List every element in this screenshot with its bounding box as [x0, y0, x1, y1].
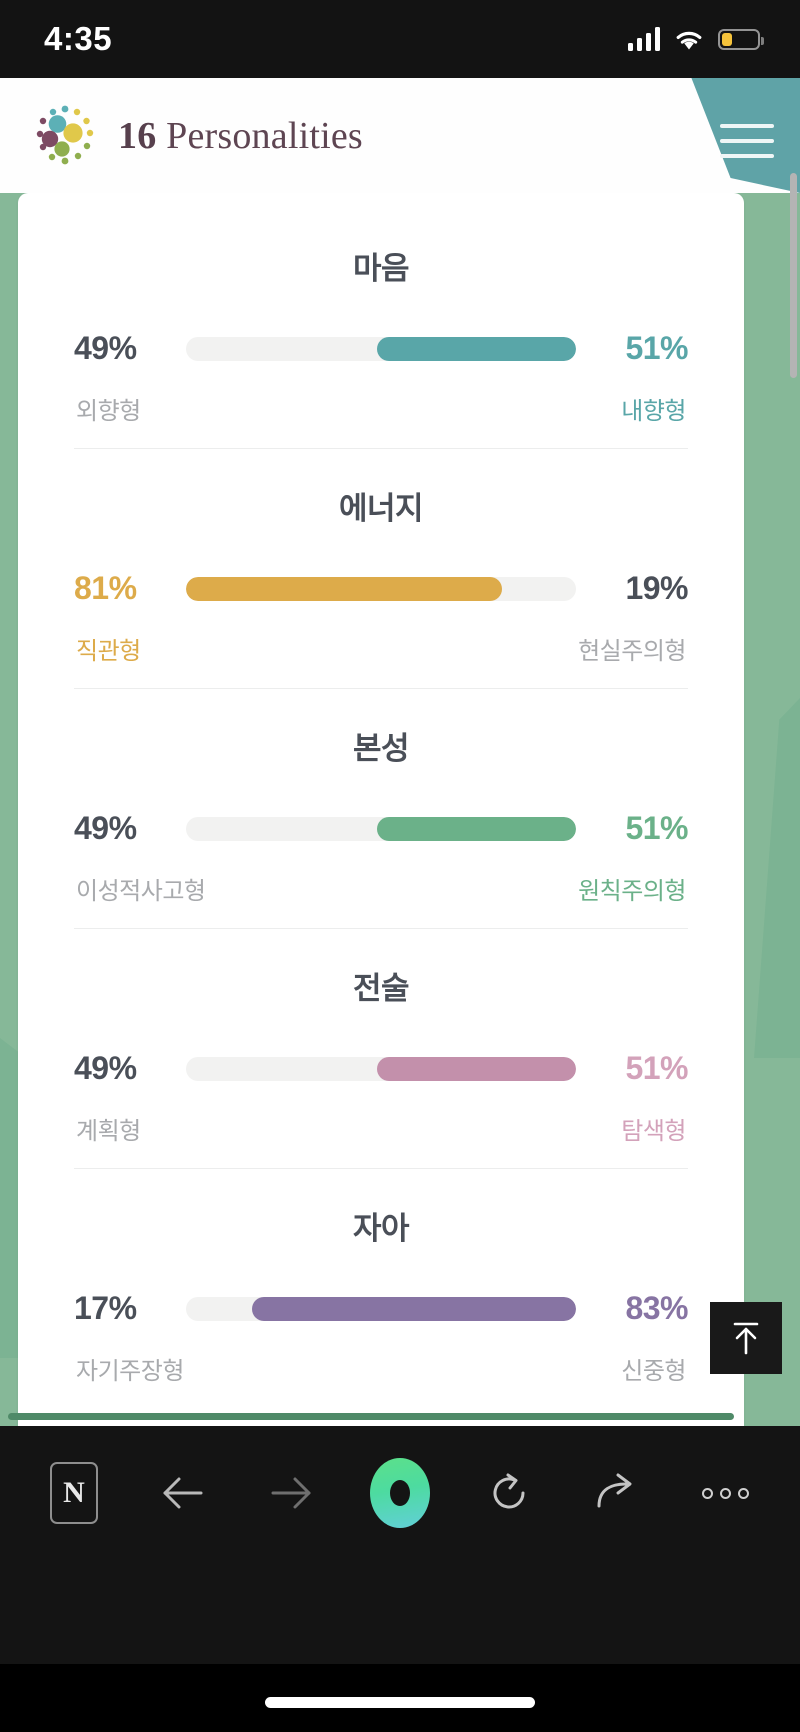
trait-bar-row: 17% 83%: [74, 1290, 689, 1327]
trait-title: 마음: [352, 251, 410, 286]
trait-progress-bar: [186, 1296, 576, 1321]
trait-label-row: 자기주장형 신중형: [74, 1351, 688, 1386]
trait-section-mind: 마음 49% 51% 외향형 내향형: [74, 221, 689, 448]
trait-left-label: 외향형: [76, 398, 141, 425]
trait-bar-row: 49% 51%: [74, 330, 689, 367]
decorative-leaf-right: [754, 698, 800, 1058]
trait-section-energy: 에너지 81% 19% 직관형 현실주의형: [74, 448, 689, 688]
trait-progress-bar: [186, 576, 576, 601]
trait-left-label: 직관형: [76, 638, 141, 665]
trait-left-percent: 17%: [74, 1290, 137, 1326]
trait-right-label: 원칙주의형: [578, 878, 686, 905]
arrow-left-icon: [163, 1477, 203, 1509]
trait-right-label: 신중형: [621, 1358, 686, 1385]
trait-label-row: 외향형 내향형: [74, 391, 688, 426]
trait-bar-row: 49% 51%: [74, 810, 689, 847]
hamburger-menu-icon[interactable]: [720, 124, 774, 158]
scroll-to-top-arrow-icon: [733, 1322, 759, 1355]
refresh-icon: [493, 1473, 525, 1509]
menu-button[interactable]: [622, 78, 800, 193]
trait-bar-fill: [377, 816, 576, 841]
web-content-viewport[interactable]: 16 Personalities 마음 49% 51% 외향형 내향형 에너지 …: [0, 78, 800, 1426]
brand-logo-link[interactable]: 16 Personalities: [0, 99, 363, 173]
naver-home-icon: [369, 1458, 430, 1528]
cellular-signal-icon: [627, 27, 660, 51]
forward-button[interactable]: [255, 1457, 327, 1529]
more-horizontal-icon: [702, 1487, 750, 1499]
trait-title: 본성: [352, 731, 410, 766]
share-arrow-icon: [597, 1473, 632, 1508]
trait-title: 자아: [352, 1211, 410, 1246]
status-bar-indicators: [627, 27, 764, 51]
scroll-to-top-button[interactable]: [710, 1302, 782, 1374]
arrow-right-icon: [271, 1477, 311, 1509]
browser-bottom-toolbar: N: [0, 1426, 800, 1664]
trait-title: 에너지: [338, 491, 424, 526]
trait-section-tactics: 전술 49% 51% 계획형 탐색형: [74, 928, 689, 1168]
trait-right-percent: 51%: [625, 1050, 688, 1086]
trait-section-identity: 자아 17% 83% 자기주장형 신중형: [74, 1168, 689, 1408]
trait-bar-fill: [377, 336, 576, 361]
trait-right-percent: 83%: [625, 1290, 688, 1326]
trait-right-percent: 51%: [625, 810, 688, 846]
reload-button[interactable]: [473, 1457, 545, 1529]
trait-title: 전술: [352, 971, 410, 1006]
wifi-icon: [674, 28, 704, 51]
trait-bar-fill: [377, 1056, 576, 1081]
trait-right-percent: 51%: [625, 330, 688, 366]
site-header: 16 Personalities: [0, 78, 800, 193]
trait-bar-row: 49% 51%: [74, 1050, 689, 1087]
battery-low-icon: [718, 28, 764, 50]
trait-left-percent: 49%: [74, 810, 137, 846]
trait-left-percent: 81%: [74, 570, 137, 606]
trait-right-percent: 19%: [625, 570, 688, 606]
trait-left-percent: 49%: [74, 1050, 137, 1086]
ios-status-bar: 4:35: [0, 0, 800, 78]
trait-label-row: 직관형 현실주의형: [74, 631, 688, 666]
naver-home-button[interactable]: [364, 1457, 436, 1529]
trait-left-label: 계획형: [76, 1118, 141, 1145]
trait-left-label: 자기주장형: [76, 1358, 184, 1385]
trait-bar-fill: [186, 576, 502, 601]
trait-right-label: 내향형: [621, 398, 686, 425]
naver-n-icon: N: [50, 1462, 98, 1524]
personality-traits-card: 마음 49% 51% 외향형 내향형 에너지 81% 19% 직관형 현실주의형…: [18, 193, 744, 1426]
more-options-button[interactable]: [690, 1457, 762, 1529]
vertical-scrollbar[interactable]: [790, 173, 797, 378]
brand-name: 16 Personalities: [118, 114, 363, 157]
trait-progress-bar: [186, 816, 576, 841]
trait-bar-fill: [252, 1296, 576, 1321]
trait-label-row: 이성적사고형 원칙주의형: [74, 871, 688, 906]
trait-right-label: 현실주의형: [578, 638, 686, 665]
16personalities-logo-icon: [28, 99, 102, 173]
trait-bar-row: 81% 19%: [74, 570, 689, 607]
trait-right-label: 탐색형: [621, 1118, 686, 1145]
back-button[interactable]: [147, 1457, 219, 1529]
trait-progress-bar: [186, 336, 576, 361]
trait-label-row: 계획형 탐색형: [74, 1111, 688, 1146]
trait-left-percent: 49%: [74, 330, 137, 366]
trait-section-nature: 본성 49% 51% 이성적사고형 원칙주의형: [74, 688, 689, 928]
trait-progress-bar: [186, 1056, 576, 1081]
share-button[interactable]: [581, 1457, 653, 1529]
status-bar-clock: 4:35: [44, 20, 113, 57]
ios-home-indicator: [265, 1697, 535, 1708]
page-bottom-accent-line: [8, 1413, 734, 1420]
naver-n-button[interactable]: N: [38, 1457, 110, 1529]
trait-left-label: 이성적사고형: [76, 878, 206, 905]
